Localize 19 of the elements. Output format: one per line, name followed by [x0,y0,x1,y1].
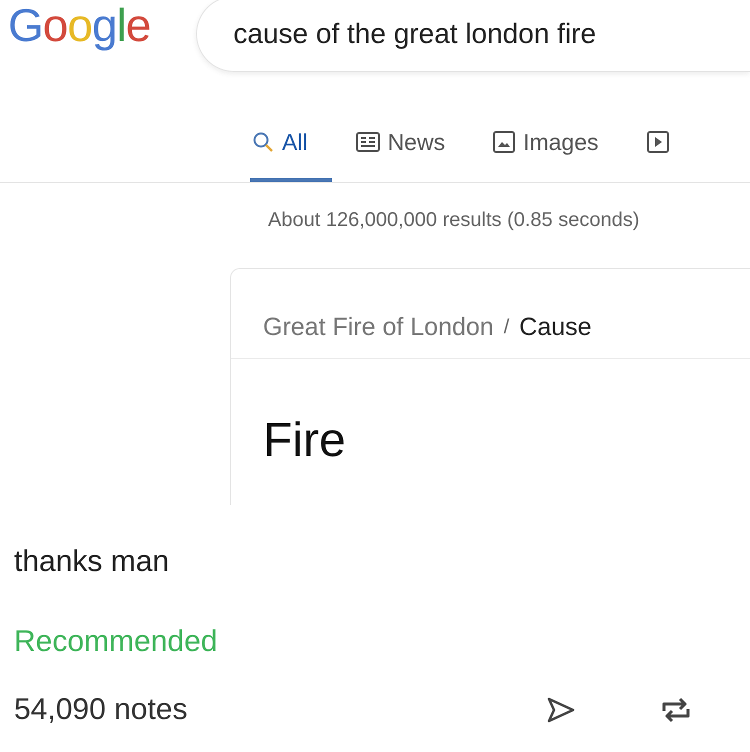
answer-text: Fire [262,413,347,468]
search-logo[interactable]: Google [8,0,150,48]
search-icon [252,131,274,153]
post-caption: thanks man [14,545,170,579]
reblog-icon[interactable] [660,695,692,725]
search-tab[interactable]: Images [469,110,623,182]
play-icon [646,131,669,153]
breadcrumb-separator: / [504,316,510,339]
search-tab[interactable]: News [332,110,470,182]
notes-count[interactable]: 54,090 notes [14,693,546,727]
result-stats: About 126,000,000 results (0.85 seconds) [268,209,640,232]
send-icon[interactable] [546,697,576,723]
breadcrumb-item[interactable]: Great Fire of London [263,313,494,342]
search-tab[interactable]: All [250,110,332,182]
search-field[interactable]: cause of the great london fire [196,0,750,72]
recommended-label: Recommended [14,625,218,659]
breadcrumb-item: Cause [519,313,592,342]
image-icon [493,131,516,153]
newspaper-icon [356,132,380,152]
